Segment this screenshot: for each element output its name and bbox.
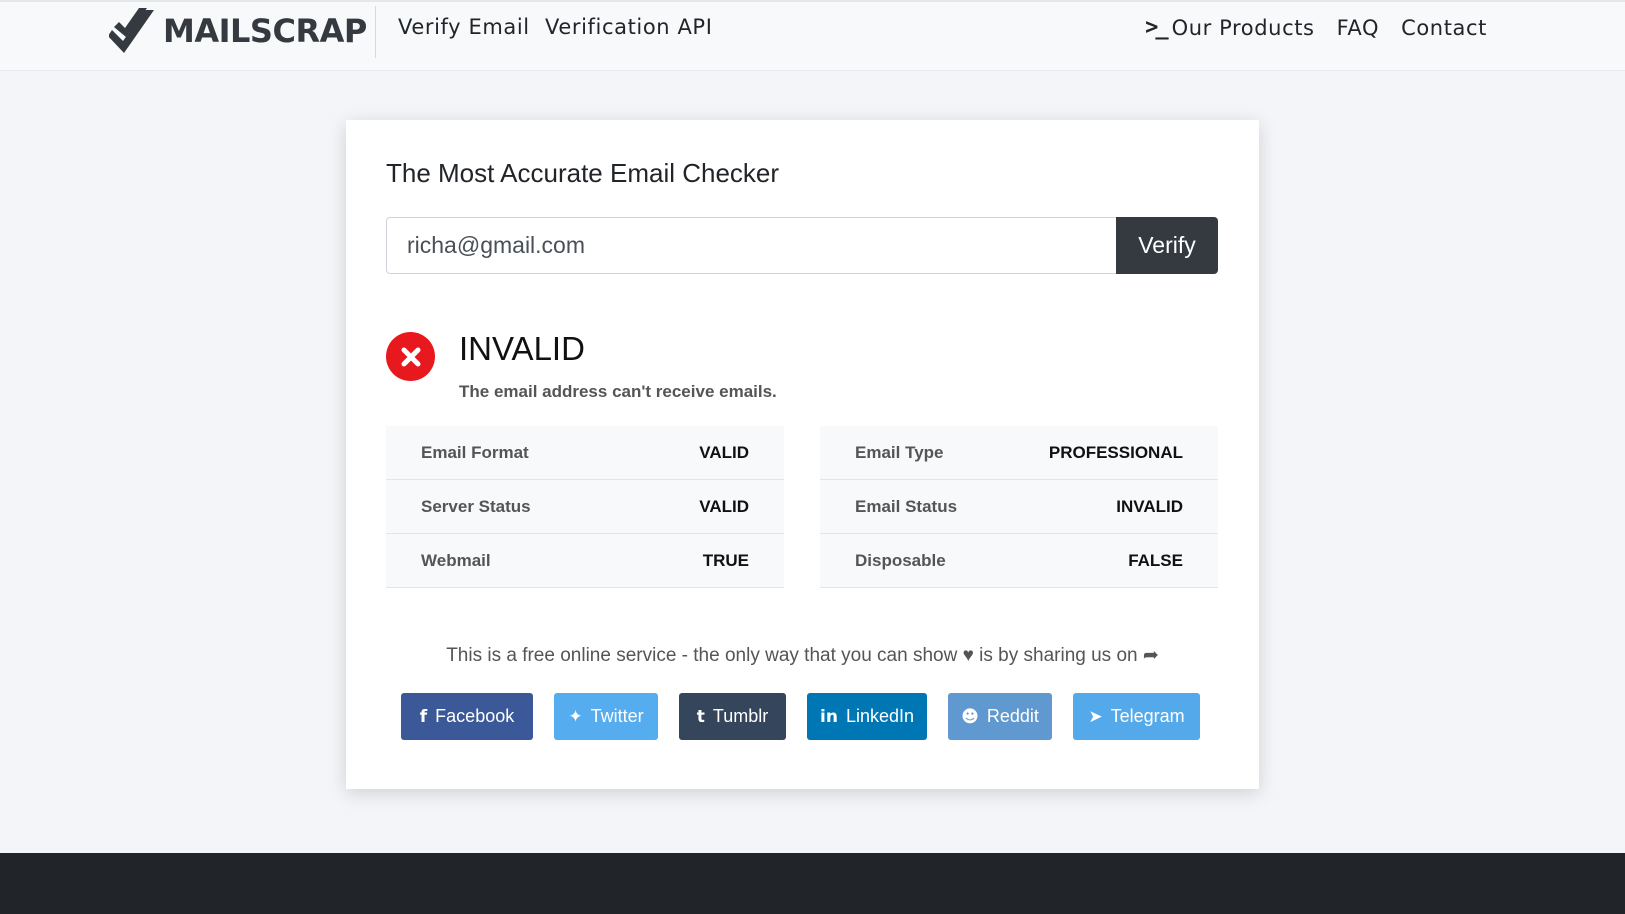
nav-our-products-label: Our Products <box>1171 15 1315 40</box>
checker-title: The Most Accurate Email Checker <box>386 158 780 188</box>
row-value: INVALID <box>1116 496 1183 516</box>
nav-contact[interactable]: Contact <box>1401 16 1487 40</box>
twitter-icon: ✦ <box>568 706 583 727</box>
invalid-x-icon <box>386 332 435 381</box>
brand-logo[interactable]: MAILSCRAP <box>109 6 367 56</box>
terminal-icon: >_ <box>1145 15 1168 40</box>
row-value: TRUE <box>702 550 749 570</box>
share-reddit-button[interactable]: ☻ Reddit <box>948 693 1052 740</box>
share-linkedin-label: LinkedIn <box>845 706 914 726</box>
result-table-left: Email Format VALID Server Status VALID W… <box>386 426 784 588</box>
share-arrow-icon: ➦ <box>1142 645 1159 666</box>
row-key: Server Status <box>421 496 531 516</box>
email-form: Verify <box>386 217 1218 274</box>
table-row: Email Status INVALID <box>820 480 1218 534</box>
table-row: Email Type PROFESSIONAL <box>820 426 1218 480</box>
table-row: Disposable FALSE <box>820 534 1218 588</box>
nav-divider <box>375 6 376 58</box>
row-key: Webmail <box>421 550 491 570</box>
share-tumblr-button[interactable]: t Tumblr <box>679 693 786 740</box>
share-telegram-button[interactable]: ➤ Telegram <box>1073 693 1200 740</box>
checker-card: The Most Accurate Email Checker Verify I… <box>346 120 1259 789</box>
close-icon <box>401 347 420 366</box>
share-tumblr-label: Tumblr <box>712 706 769 726</box>
email-input[interactable] <box>386 217 1116 274</box>
reddit-icon: ☻ <box>961 706 979 727</box>
share-buttons: f Facebook ✦ Twitter t Tumblr in LinkedI… <box>401 693 1200 740</box>
share-message: This is a free online service - the only… <box>346 644 1259 667</box>
tumblr-icon: t <box>696 706 705 727</box>
table-row: Webmail TRUE <box>386 534 784 588</box>
share-telegram-label: Telegram <box>1110 706 1185 726</box>
facebook-icon: f <box>419 706 428 727</box>
row-value: FALSE <box>1128 550 1183 570</box>
nav-right: >_ Our Products FAQ Contact <box>1145 15 1487 40</box>
share-facebook-label: Facebook <box>435 706 515 726</box>
verify-button[interactable]: Verify <box>1116 217 1218 274</box>
row-value: VALID <box>699 442 749 462</box>
footer <box>0 853 1625 914</box>
table-row: Server Status VALID <box>386 480 784 534</box>
row-value: PROFESSIONAL <box>1048 442 1183 462</box>
navbar: MAILSCRAP Verify Email Verification API … <box>0 0 1625 71</box>
row-key: Disposable <box>855 550 946 570</box>
share-text-after: is by sharing us on <box>979 645 1138 666</box>
result-table-right: Email Type PROFESSIONAL Email Status INV… <box>820 426 1218 588</box>
check-logo-icon <box>109 8 154 53</box>
row-key: Email Status <box>855 496 958 516</box>
row-value: VALID <box>699 496 749 516</box>
share-twitter-label: Twitter <box>590 706 644 726</box>
share-linkedin-button[interactable]: in LinkedIn <box>807 693 927 740</box>
linkedin-icon: in <box>820 706 838 727</box>
row-key: Email Format <box>421 442 529 462</box>
share-twitter-button[interactable]: ✦ Twitter <box>554 693 658 740</box>
nav-verify-email[interactable]: Verify Email <box>398 15 530 39</box>
row-key: Email Type <box>855 442 944 462</box>
share-facebook-button[interactable]: f Facebook <box>401 693 533 740</box>
nav-verification-api[interactable]: Verification API <box>545 15 713 39</box>
heart-icon: ♥ <box>962 645 974 666</box>
brand-name: MAILSCRAP <box>163 12 367 50</box>
status-message: The email address can't receive emails. <box>459 382 777 401</box>
nav-our-products[interactable]: >_ Our Products <box>1145 15 1315 40</box>
share-text-before: This is a free online service - the only… <box>446 645 958 666</box>
table-row: Email Format VALID <box>386 426 784 480</box>
status-title: INVALID <box>459 330 585 367</box>
telegram-icon: ➤ <box>1088 706 1103 727</box>
share-reddit-label: Reddit <box>986 706 1039 726</box>
nav-faq[interactable]: FAQ <box>1337 16 1379 40</box>
